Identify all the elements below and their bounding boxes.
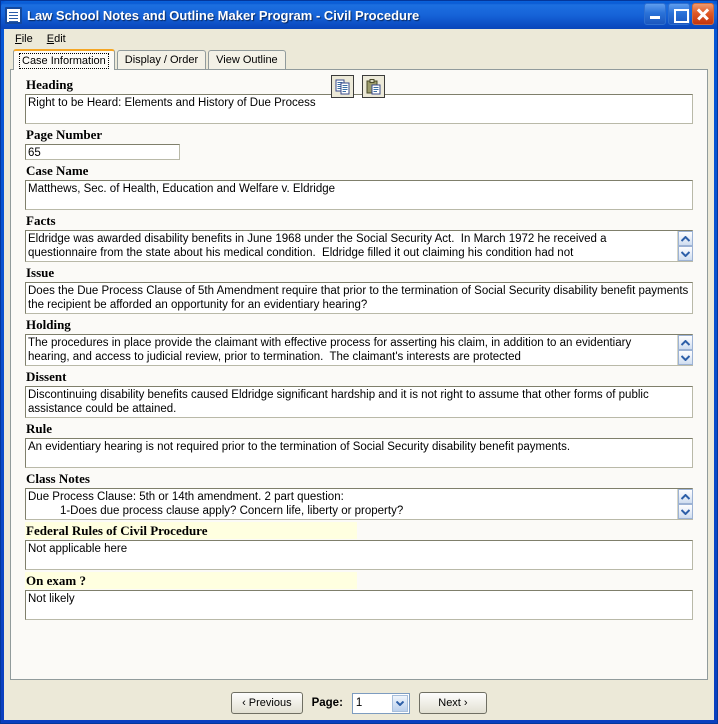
paste-button[interactable] [362, 75, 385, 98]
facts-scrollbar[interactable] [677, 231, 693, 261]
field-facts: Facts Eldridge was awarded disability be… [25, 212, 693, 262]
on-exam-input-wrap[interactable]: Not likely [25, 590, 693, 620]
heading-input-wrap[interactable]: Right to be Heard: Elements and History … [25, 94, 693, 124]
title-bar[interactable]: Law School Notes and Outline Maker Progr… [1, 1, 717, 29]
issue-label: Issue [26, 265, 55, 280]
holding-label: Holding [26, 317, 71, 332]
menu-item-file[interactable]: FFileile [10, 31, 42, 47]
field-dissent: Dissent Discontinuing disability benefit… [25, 368, 693, 418]
tab-display-order[interactable]: Display / Order [116, 50, 207, 69]
page-number-label: Page Number [26, 127, 103, 142]
scroll-down-icon[interactable] [678, 504, 693, 519]
field-case-name: Case Name Matthews, Sec. of Health, Educ… [25, 162, 693, 210]
case-name-input-wrap[interactable]: Matthews, Sec. of Health, Education and … [25, 180, 693, 210]
case-name-label: Case Name [26, 163, 89, 178]
page-label: Page: [311, 697, 343, 709]
holding-input-wrap[interactable]: The procedures in place provide the clai… [25, 334, 693, 366]
issue-input-wrap[interactable]: Does the Due Process Clause of 5th Amend… [25, 282, 693, 314]
menu-item-edit[interactable]: EEditdit [42, 31, 75, 47]
field-rule: Rule An evidentiary hearing is not requi… [25, 420, 693, 468]
on-exam-input[interactable]: Not likely [26, 591, 692, 619]
tab-view-outline[interactable]: View Outline [208, 50, 286, 69]
field-holding: Holding The procedures in place provide … [25, 316, 693, 366]
field-on-exam: On exam ? Not likely [25, 572, 693, 620]
federal-rules-input[interactable]: Not applicable here [26, 541, 692, 569]
federal-rules-label: Federal Rules of Civil Procedure [25, 522, 357, 539]
menu-bar: FFileile EEditdit [4, 29, 714, 49]
previous-button[interactable]: ‹ Previous [231, 692, 303, 714]
window-title: Law School Notes and Outline Maker Progr… [27, 7, 420, 23]
pagination-bar: ‹ Previous Page: 1 Next › [4, 686, 714, 720]
copy-button[interactable] [331, 75, 354, 98]
application-window: Law School Notes and Outline Maker Progr… [0, 0, 718, 724]
heading-input[interactable]: Right to be Heard: Elements and History … [26, 95, 692, 123]
facts-label: Facts [26, 213, 56, 228]
tab-display-order-label: Display / Order [124, 54, 199, 66]
fields-container: Heading Right to be Heard: Elements and … [11, 70, 707, 679]
close-button[interactable] [692, 3, 714, 25]
paste-icon [366, 78, 380, 94]
rule-input-wrap[interactable]: An evidentiary hearing is not required p… [25, 438, 693, 468]
toolbar [331, 75, 385, 98]
copy-icon [335, 79, 349, 94]
chevron-down-icon[interactable] [391, 694, 408, 712]
rule-label: Rule [26, 421, 52, 436]
case-name-input[interactable]: Matthews, Sec. of Health, Education and … [26, 181, 692, 209]
field-issue: Issue Does the Due Process Clause of 5th… [25, 264, 693, 314]
dissent-input[interactable]: Discontinuing disability benefits caused… [26, 387, 692, 417]
page-select[interactable]: 1 [351, 692, 410, 714]
facts-input[interactable]: Eldridge was awarded disability benefits… [26, 231, 677, 261]
scroll-down-icon[interactable] [678, 246, 693, 261]
field-class-notes: Class Notes Due Process Clause: 5th or 1… [25, 470, 693, 520]
scroll-up-icon[interactable] [678, 489, 693, 504]
facts-input-wrap[interactable]: Eldridge was awarded disability benefits… [25, 230, 693, 262]
class-notes-input[interactable]: Due Process Clause: 5th or 14th amendmen… [26, 489, 677, 519]
minimize-button[interactable] [644, 3, 666, 25]
issue-input[interactable]: Does the Due Process Clause of 5th Amend… [26, 283, 692, 313]
case-information-panel: Heading Right to be Heard: Elements and … [10, 69, 708, 680]
scroll-down-icon[interactable] [678, 350, 693, 365]
client-area: FFileile EEditdit Case Information Displ… [4, 29, 714, 720]
tab-case-information[interactable]: Case Information [13, 49, 115, 70]
document-icon [5, 6, 22, 24]
rule-input[interactable]: An evidentiary hearing is not required p… [26, 439, 692, 467]
dissent-input-wrap[interactable]: Discontinuing disability benefits caused… [25, 386, 693, 418]
window-controls [644, 3, 714, 25]
class-notes-scrollbar[interactable] [677, 489, 693, 519]
holding-scrollbar[interactable] [677, 335, 693, 365]
tab-case-information-label: Case Information [19, 52, 109, 69]
tab-view-outline-label: View Outline [216, 54, 278, 66]
holding-input[interactable]: The procedures in place provide the clai… [26, 335, 677, 365]
field-federal-rules: Federal Rules of Civil Procedure Not app… [25, 522, 693, 570]
tab-strip: Case Information Display / Order View Ou… [4, 49, 714, 70]
class-notes-input-wrap[interactable]: Due Process Clause: 5th or 14th amendmen… [25, 488, 693, 520]
page-number-input[interactable]: 65 [26, 145, 179, 159]
federal-rules-input-wrap[interactable]: Not applicable here [25, 540, 693, 570]
dissent-label: Dissent [26, 369, 67, 384]
page-select-value: 1 [355, 697, 363, 709]
scroll-up-icon[interactable] [678, 231, 693, 246]
next-button[interactable]: Next › [418, 692, 487, 714]
page-number-input-wrap[interactable]: 65 [25, 144, 180, 160]
scroll-up-icon[interactable] [678, 335, 693, 350]
maximize-button[interactable] [668, 3, 690, 25]
class-notes-label: Class Notes [26, 471, 90, 486]
on-exam-label: On exam ? [25, 572, 357, 589]
field-page-number: Page Number 65 [25, 126, 693, 160]
